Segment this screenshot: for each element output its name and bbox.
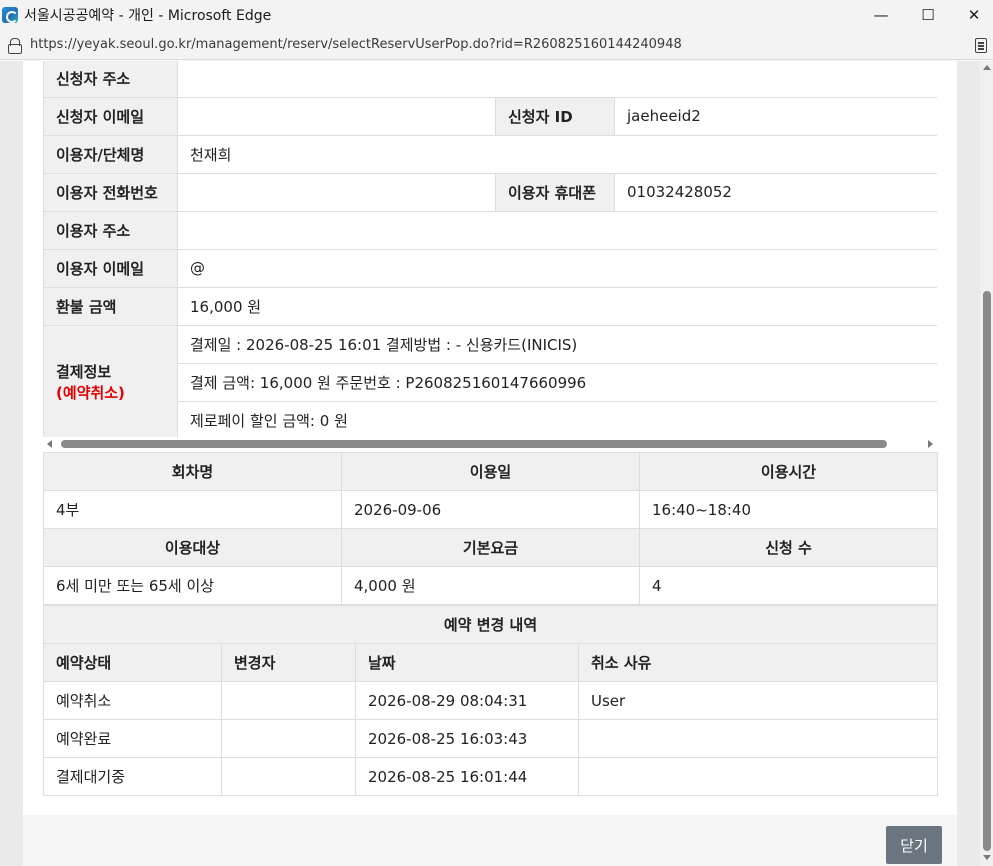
session-header-date: 이용일 — [341, 452, 640, 491]
applicant-id-label: 신청자 ID — [495, 96, 615, 136]
session-header-name: 회차명 — [43, 452, 342, 491]
vertical-scroll-thumb[interactable] — [983, 291, 991, 851]
table-row: 예약 변경 내역 — [43, 605, 938, 644]
target-value: 6세 미만 또는 65세 이상 — [43, 566, 342, 605]
payment-status-badge: (예약취소) — [56, 384, 125, 402]
table-row: 이용자/단체명 천재희 — [43, 134, 937, 174]
table-row: 제로페이 할인 금액: 0 원 — [44, 400, 937, 437]
user-address-label: 이용자 주소 — [43, 210, 178, 250]
table-row: 이용자 전화번호 이용자 휴대폰 01032428052 — [43, 172, 937, 212]
user-email-label: 이용자 이메일 — [43, 248, 178, 288]
table-row: 이용자 이메일 @ — [43, 248, 937, 288]
session-name: 4부 — [43, 490, 342, 529]
history-reason — [578, 719, 938, 758]
payment-line-1: 결제일 : 2026-08-25 16:01 결제방법 : - 신용카드(INI… — [176, 324, 937, 364]
table-row: 신청자 주소 — [43, 61, 937, 98]
user-phone-value — [177, 172, 496, 212]
scroll-up-icon[interactable] — [983, 65, 991, 70]
session-date: 2026-09-06 — [341, 490, 640, 529]
scroll-left-icon[interactable] — [47, 440, 52, 448]
table-row: 6세 미만 또는 65세 이상 4,000 원 4 — [43, 566, 938, 605]
address-bar[interactable]: https://yeyak.seoul.go.kr/management/res… — [0, 30, 993, 60]
popup-content: 신청자 주소 신청자 이메일 신청자 ID jaeheeid2 이용자/단체명 … — [23, 61, 957, 866]
table-row: 4부 2026-09-06 16:40~18:40 — [43, 490, 938, 529]
table-row: 환불 금액 16,000 원 — [43, 286, 937, 326]
lock-icon[interactable] — [8, 37, 22, 54]
maximize-button[interactable]: ☐ — [905, 0, 951, 30]
table-row: 결제 금액: 16,000 원 주문번호 : P2608251601476609… — [44, 362, 937, 402]
user-email-value: @ — [176, 248, 937, 288]
info-table: 신청자 주소 신청자 이메일 신청자 ID jaeheeid2 이용자/단체명 … — [43, 61, 937, 437]
history-date: 2026-08-25 16:01:44 — [355, 757, 579, 796]
history-changer — [221, 681, 356, 720]
payment-line-3: 제로페이 할인 금액: 0 원 — [176, 400, 937, 437]
fee-header: 기본요금 — [341, 528, 640, 567]
history-table: 예약 변경 내역 예약상태 변경자 날짜 취소 사유 예약취소 2026-08-… — [43, 605, 938, 796]
table-row: 이용자 주소 — [43, 210, 937, 250]
user-mobile-value: 01032428052 — [613, 172, 937, 212]
payment-info-label: 결제정보 — [56, 363, 112, 381]
history-reason: User — [578, 681, 938, 720]
history-reason — [578, 757, 938, 796]
window-title: 서울시공공예약 - 개인 - Microsoft Edge — [24, 8, 272, 24]
history-status: 예약취소 — [43, 681, 222, 720]
count-header: 신청 수 — [639, 528, 938, 567]
table-row: 예약취소 2026-08-29 08:04:31 User — [43, 681, 938, 720]
reader-mode-icon[interactable] — [975, 38, 987, 53]
table-row: 이용대상 기본요금 신청 수 — [43, 528, 938, 567]
history-title: 예약 변경 내역 — [43, 605, 938, 644]
table-row: 결제정보 (예약취소) 결제일 : 2026-08-25 16:01 결제방법 … — [43, 324, 937, 437]
minimize-button[interactable]: — — [858, 0, 904, 30]
history-changer — [221, 757, 356, 796]
history-header-status: 예약상태 — [43, 643, 222, 682]
url-text[interactable]: https://yeyak.seoul.go.kr/management/res… — [30, 37, 682, 52]
payment-line-2: 결제 금액: 16,000 원 주문번호 : P2608251601476609… — [176, 362, 937, 402]
info-table-viewport: 신청자 주소 신청자 이메일 신청자 ID jaeheeid2 이용자/단체명 … — [43, 61, 937, 437]
history-header-changer: 변경자 — [221, 643, 356, 682]
fee-value: 4,000 원 — [341, 566, 640, 605]
session-time: 16:40~18:40 — [639, 490, 938, 529]
user-name-value: 천재희 — [176, 134, 937, 174]
horizontal-scroll-thumb[interactable] — [61, 440, 887, 448]
user-name-label: 이용자/단체명 — [43, 134, 178, 174]
history-header-date: 날짜 — [355, 643, 579, 682]
window-titlebar: 서울시공공예약 - 개인 - Microsoft Edge — ☐ ✕ — [0, 0, 993, 30]
target-header: 이용대상 — [43, 528, 342, 567]
history-status: 예약완료 — [43, 719, 222, 758]
user-phone-label: 이용자 전화번호 — [43, 172, 178, 212]
footer-band — [23, 815, 957, 866]
applicant-email-value — [177, 96, 496, 136]
scroll-down-icon[interactable] — [983, 855, 991, 860]
table-row: 회차명 이용일 이용시간 — [43, 452, 938, 491]
applicant-id-value: jaeheeid2 — [613, 96, 937, 136]
user-address-value — [176, 210, 937, 250]
table-row: 예약완료 2026-08-25 16:03:43 — [43, 719, 938, 758]
app-icon — [2, 7, 18, 23]
history-status: 결제대기중 — [43, 757, 222, 796]
vertical-scrollbar[interactable] — [980, 61, 993, 866]
target-table: 이용대상 기본요금 신청 수 6세 미만 또는 65세 이상 4,000 원 4 — [43, 528, 938, 605]
table-row: 예약상태 변경자 날짜 취소 사유 — [43, 643, 938, 682]
applicant-address-value — [176, 61, 937, 98]
applicant-email-label: 신청자 이메일 — [43, 96, 178, 136]
table-row: 신청자 이메일 신청자 ID jaeheeid2 — [43, 96, 937, 136]
horizontal-scrollbar[interactable] — [43, 437, 937, 451]
payment-info-header: 결제정보 (예약취소) — [43, 324, 178, 437]
close-window-button[interactable]: ✕ — [951, 0, 993, 30]
refund-value: 16,000 원 — [176, 286, 937, 326]
table-row: 결제대기중 2026-08-25 16:01:44 — [43, 757, 938, 796]
history-header-reason: 취소 사유 — [578, 643, 938, 682]
scroll-right-icon[interactable] — [928, 440, 933, 448]
history-changer — [221, 719, 356, 758]
applicant-address-label: 신청자 주소 — [43, 61, 178, 98]
history-date: 2026-08-29 08:04:31 — [355, 681, 579, 720]
page-area: 신청자 주소 신청자 이메일 신청자 ID jaeheeid2 이용자/단체명 … — [0, 61, 980, 866]
session-header-time: 이용시간 — [639, 452, 938, 491]
close-button[interactable]: 닫기 — [886, 826, 942, 864]
session-table: 회차명 이용일 이용시간 4부 2026-09-06 16:40~18:40 — [43, 452, 938, 529]
user-mobile-label: 이용자 휴대폰 — [495, 172, 615, 212]
history-date: 2026-08-25 16:03:43 — [355, 719, 579, 758]
refund-label: 환불 금액 — [43, 286, 178, 326]
count-value: 4 — [639, 566, 938, 605]
